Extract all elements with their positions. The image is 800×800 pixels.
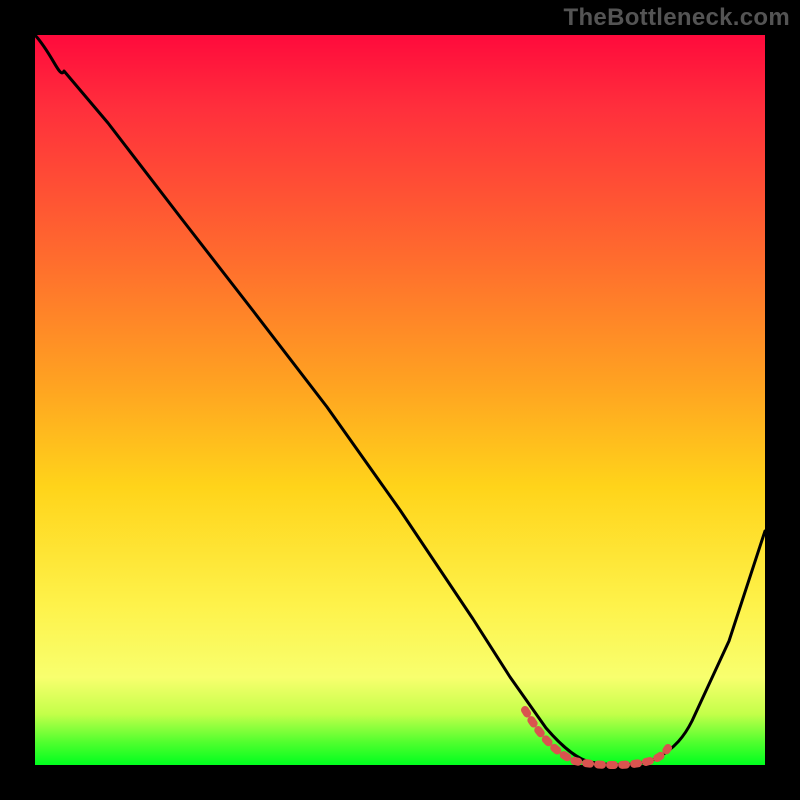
chart-svg: [35, 35, 765, 765]
highlight-segment: [525, 710, 668, 765]
watermark-text: TheBottleneck.com: [564, 4, 790, 32]
chart-frame: TheBottleneck.com: [0, 0, 800, 800]
bottleneck-curve: [35, 35, 765, 765]
